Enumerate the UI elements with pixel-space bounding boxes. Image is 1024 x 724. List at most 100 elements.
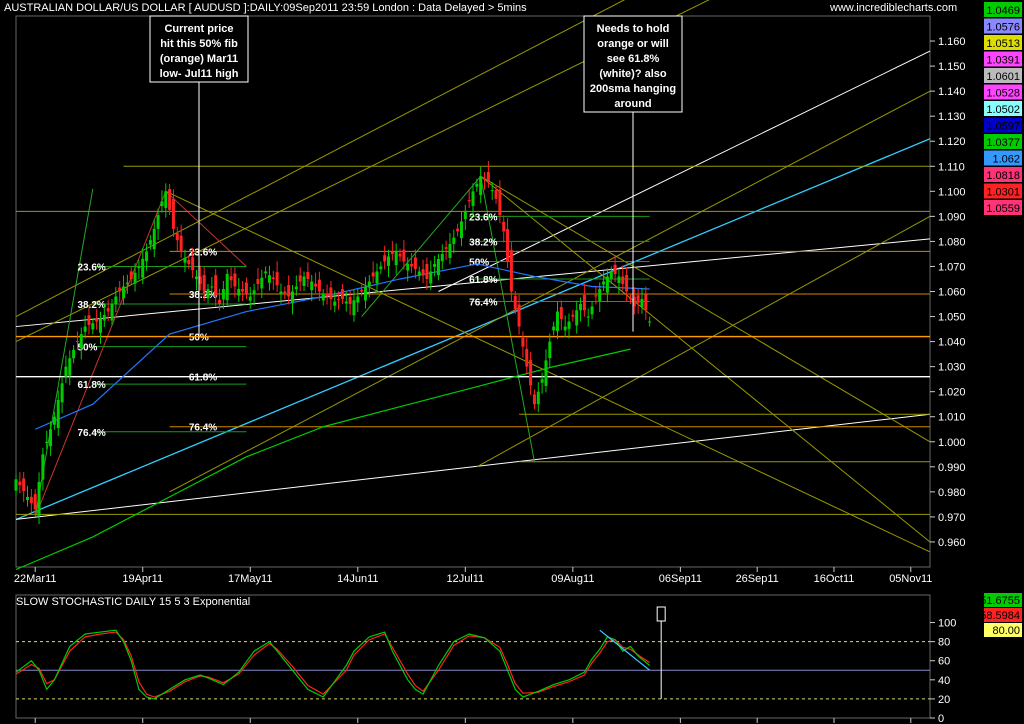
candle-body xyxy=(271,277,275,279)
fib-left-label: 23.6% xyxy=(77,262,105,273)
candle-body xyxy=(352,300,356,316)
candle-body xyxy=(287,284,291,297)
candle-body xyxy=(636,295,640,303)
y-tick-label: 0.980 xyxy=(938,487,966,499)
candle-body xyxy=(425,263,429,279)
x-tick-label: 05Nov11 xyxy=(889,573,932,585)
candle-body xyxy=(390,251,394,254)
candle-body xyxy=(291,291,295,304)
x-tick-label: 14Jun11 xyxy=(337,573,378,585)
stochastic-title: SLOW STOCHASTIC DAILY 15 5 3 Exponential xyxy=(16,596,250,608)
candle-body xyxy=(509,250,513,292)
candle-body xyxy=(68,358,72,376)
candle-body xyxy=(433,263,437,267)
stoch-trend-line xyxy=(599,629,651,671)
candle-body xyxy=(452,237,456,244)
legend-value-text: 1.0502 xyxy=(986,104,1020,116)
x-tick-label: 12Jul11 xyxy=(446,573,484,585)
candle-body xyxy=(29,496,33,504)
candle-body xyxy=(294,286,298,290)
candle-body xyxy=(229,276,233,281)
candle-body xyxy=(45,441,49,444)
fib-right-label: 38.2% xyxy=(469,237,497,248)
y-tick-label: 0.970 xyxy=(938,512,966,524)
candle-body xyxy=(225,273,229,301)
candle-body xyxy=(329,287,333,300)
candle-body xyxy=(371,272,375,277)
legend-values: 1.0469 1.0576 1.0513 1.0391 1.0601 1.0528 1.05… xyxy=(984,2,1022,215)
candle-body xyxy=(118,287,122,292)
y-tick-label: 1.030 xyxy=(938,362,966,374)
candle-body xyxy=(264,271,268,274)
y-tick-label: 1.080 xyxy=(938,236,966,248)
y-tick-label: 1.110 xyxy=(938,161,965,173)
candle-body xyxy=(475,183,479,187)
candle-body xyxy=(598,288,602,302)
candle-body xyxy=(37,481,41,517)
stoch-y-tick-label: 20 xyxy=(938,694,950,706)
candle-body xyxy=(164,191,168,209)
candle-body xyxy=(406,263,410,271)
stoch-marker-box xyxy=(656,606,666,622)
candle-body xyxy=(471,191,475,206)
candle-body xyxy=(83,326,87,332)
candle-body xyxy=(417,271,421,276)
candle-body xyxy=(306,271,310,279)
legend-value-text: 1.0377 xyxy=(986,137,1020,149)
stoch-legend-text: 58.5984 xyxy=(980,610,1020,622)
candle-body xyxy=(340,288,344,300)
candle-body xyxy=(267,275,271,283)
candle-body xyxy=(498,189,502,216)
y-tick-label: 1.010 xyxy=(938,412,966,424)
candle-body xyxy=(102,314,106,321)
y-tick-label: 1.060 xyxy=(938,287,966,299)
stoch-y-tick-label: 100 xyxy=(938,618,956,630)
annotation-text: (white)? also xyxy=(599,68,667,80)
grid-lines xyxy=(15,15,931,719)
x-tick-label: 17May11 xyxy=(228,573,272,585)
candle-body xyxy=(110,304,114,321)
candle-body xyxy=(56,400,60,428)
candle-body xyxy=(333,301,337,306)
candle-body xyxy=(444,247,448,249)
candle-body xyxy=(410,263,414,267)
candle-body xyxy=(648,321,652,323)
annotation-text: hit this 50% fib xyxy=(160,38,238,50)
legend-value-text: 1.0391 xyxy=(986,55,1020,67)
candle-body xyxy=(206,288,210,299)
fib-left-label: 76.4% xyxy=(77,428,105,439)
legend-value-text: 1.0513 xyxy=(986,38,1020,50)
candle-body xyxy=(337,299,341,301)
price-panel-frame xyxy=(15,15,931,568)
candle-body xyxy=(552,326,556,331)
candle-body xyxy=(14,479,18,491)
y-tick-label: 0.990 xyxy=(938,462,966,474)
annotation-text: low- Jul11 high xyxy=(160,68,239,80)
x-tick-label: 19Apr11 xyxy=(122,573,163,585)
y-tick-label: 1.120 xyxy=(938,136,966,148)
candle-body xyxy=(148,240,152,245)
candle-body xyxy=(75,340,79,342)
candle-body xyxy=(214,275,218,296)
legend-value-text: 1.0301 xyxy=(986,187,1020,199)
candle-body xyxy=(317,279,321,292)
fib-mid-label: 61.8% xyxy=(189,373,217,384)
legend-value-text: 1.0528 xyxy=(986,88,1020,100)
candle-body xyxy=(602,281,606,285)
candle-body xyxy=(210,286,214,288)
candle-body xyxy=(260,277,264,289)
candle-body xyxy=(486,172,490,182)
candle-body xyxy=(436,258,440,276)
annotation-text: Needs to hold xyxy=(597,23,670,35)
candle-body xyxy=(356,296,360,303)
candle-body xyxy=(532,394,536,405)
candle-body xyxy=(91,323,95,330)
candle-body xyxy=(529,359,533,386)
fib-anchor-line xyxy=(361,175,482,317)
candle-body xyxy=(398,253,402,257)
candle-body xyxy=(175,233,179,241)
candle-body xyxy=(582,295,586,311)
candle-body xyxy=(421,269,425,276)
candle-body xyxy=(348,297,352,305)
legend-value-text: 1.0597 xyxy=(986,121,1020,133)
